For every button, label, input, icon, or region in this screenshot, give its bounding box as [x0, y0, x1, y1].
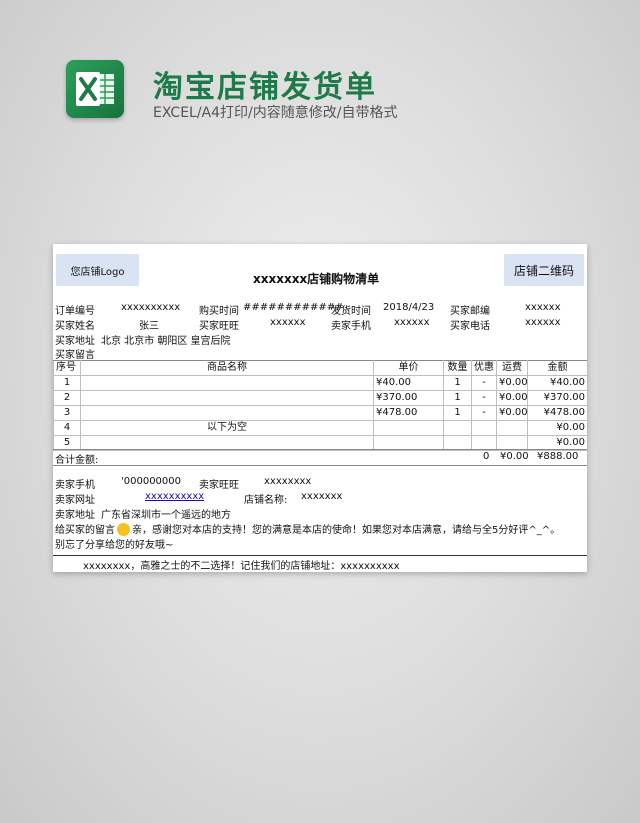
table-cell — [80, 390, 374, 406]
logo-placeholder: 您店铺Logo — [56, 254, 139, 286]
table-cell — [373, 420, 444, 436]
wangwang-label: 买家旺旺 — [199, 321, 239, 332]
seller-phone-value: '000000000 — [121, 476, 182, 487]
seller-addr-label: 卖家地址 — [55, 510, 95, 521]
table-cell: ¥370.00 — [373, 390, 444, 406]
msg-label: 买家留言 — [55, 350, 95, 361]
footer-divider — [53, 555, 587, 556]
seller-msg-text: 亲，感谢您对本店的支持！您的满意是本店的使命！如果您对本店满意，请给与全5分好评… — [132, 525, 561, 536]
table-cell: ¥478.00 — [373, 405, 444, 421]
table-cell: 1 — [443, 390, 472, 406]
table-cell: - — [471, 390, 497, 406]
addr-label: 买家地址 — [55, 336, 95, 347]
order-no-value: xxxxxxxxxx — [121, 302, 181, 313]
invoice-sheet: 您店铺Logo xxxxxxx店铺购物清单 店铺二维码 订单编号 xxxxxxx… — [53, 244, 588, 572]
seller-wangwang-label: 卖家旺旺 — [199, 480, 239, 491]
addr-value: 北京 北京市 朝阳区 皇宫后院 — [101, 336, 231, 347]
smile-emoji-icon — [117, 523, 130, 536]
ship-time-value: 2018/4/23 — [383, 302, 435, 313]
ship-time-label: 发货时间 — [331, 306, 371, 317]
phone-value: xxxxxx — [394, 317, 430, 328]
table-cell: 1 — [443, 405, 472, 421]
seller-site-label: 卖家网址 — [55, 495, 95, 506]
table-cell — [471, 420, 497, 436]
email-label: 买家邮编 — [450, 306, 490, 317]
tel-value: xxxxxx — [525, 317, 561, 328]
table-cell: - — [471, 405, 497, 421]
seller-wangwang-value: xxxxxxxx — [264, 476, 312, 487]
sheet-title: xxxxxxx店铺购物清单 — [253, 272, 380, 286]
table-cell: 1 — [443, 375, 472, 391]
table-cell: ¥40.00 — [527, 375, 588, 391]
tel-label: 买家电话 — [450, 321, 490, 332]
table-row: 3 ¥478.00 1 - ¥0.00 ¥478.00 — [53, 405, 588, 421]
table-cell: ¥0.00 — [496, 405, 528, 421]
seller-message: 给买家的留言 亲，感谢您对本店的支持！您的满意是本店的使命！如果您对本店满意，请给… — [55, 521, 560, 536]
table-cell: - — [471, 375, 497, 391]
col-header: 商品名称 — [80, 360, 374, 376]
seller-msg-text-2: 别忘了分享给您的好友哦~ — [55, 540, 174, 551]
order-no-label: 订单编号 — [55, 306, 95, 317]
table-row: 1 ¥40.00 1 - ¥0.00 ¥40.00 — [53, 375, 588, 391]
col-header: 金额 — [527, 360, 588, 376]
page-title: 淘宝店铺发货单 — [153, 70, 377, 105]
col-header: 优惠 — [471, 360, 497, 376]
table-cell — [80, 375, 374, 391]
table-cell: ¥0.00 — [496, 390, 528, 406]
email-value: xxxxxx — [525, 302, 561, 313]
footer-text: xxxxxxxx，高雅之士的不二选择！记住我们的店铺地址：xxxxxxxxxx — [83, 561, 400, 572]
name-label: 买家姓名 — [55, 321, 95, 332]
seller-site-link[interactable]: xxxxxxxxxx — [145, 491, 204, 502]
excel-icon — [66, 60, 124, 118]
items-table: 序号 商品名称 单价 数量 优惠 运费 金额 1 ¥40.00 1 - ¥0.0… — [53, 360, 588, 451]
wangwang-value: xxxxxx — [270, 317, 306, 328]
total-label: 合计金额: — [55, 455, 99, 466]
table-cell: ¥40.00 — [373, 375, 444, 391]
table-cell: ¥0.00 — [496, 375, 528, 391]
table-cell: 4 — [53, 420, 81, 436]
table-cell: 1 — [53, 375, 81, 391]
table-row: 4 以下为空 ¥0.00 — [53, 420, 588, 436]
qr-placeholder: 店铺二维码 — [504, 254, 584, 286]
col-header: 单价 — [373, 360, 444, 376]
shop-name-label: 店铺名称: — [244, 495, 288, 506]
table-cell: 2 — [53, 390, 81, 406]
table-cell: ¥370.00 — [527, 390, 588, 406]
seller-addr-value: 广东省深圳市一个遥远的地方 — [101, 510, 231, 521]
buy-time-label: 购买时间 — [199, 306, 239, 317]
table-cell: ¥0.00 — [527, 420, 588, 436]
total-qty: 0 — [483, 451, 490, 462]
page-subtitle: EXCEL/A4打印/内容随意修改/自带格式 — [153, 105, 398, 121]
seller-phone-label: 卖家手机 — [55, 480, 95, 491]
table-row: 2 ¥370.00 1 - ¥0.00 ¥370.00 — [53, 390, 588, 406]
seller-msg-label: 给买家的留言 — [55, 525, 115, 536]
shop-name-value: xxxxxxx — [301, 491, 343, 502]
phone-label: 卖家手机 — [331, 321, 371, 332]
table-cell: ¥478.00 — [527, 405, 588, 421]
table-cell: 以下为空 — [80, 420, 374, 436]
buy-time-value: ############ — [243, 302, 344, 313]
name-value: 张三 — [139, 321, 159, 332]
col-header: 序号 — [53, 360, 81, 376]
table-cell: 3 — [53, 405, 81, 421]
table-cell — [496, 420, 528, 436]
col-header: 运费 — [496, 360, 528, 376]
total-amount: ¥888.00 — [537, 451, 579, 462]
total-row: 合计金额: 0 ¥0.00 ¥888.00 — [53, 449, 587, 466]
table-cell — [443, 420, 472, 436]
table-header-row: 序号 商品名称 单价 数量 优惠 运费 金额 — [53, 360, 588, 376]
col-header: 数量 — [443, 360, 472, 376]
table-cell — [80, 405, 374, 421]
total-shipping: ¥0.00 — [500, 451, 529, 462]
